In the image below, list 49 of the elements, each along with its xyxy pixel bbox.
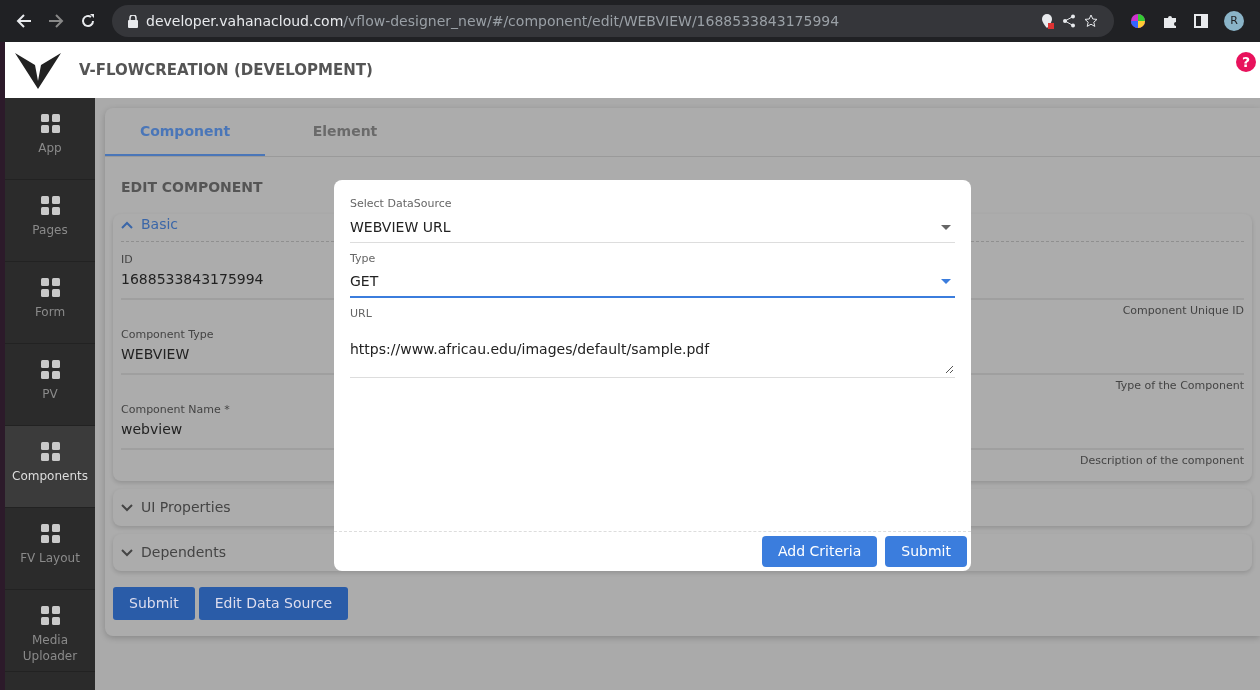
sidebar-item[interactable]: Components	[5, 426, 95, 508]
grid-icon	[40, 524, 60, 543]
grid-icon	[40, 196, 60, 215]
logo-icon	[15, 51, 61, 89]
sidepanel-icon[interactable]	[1194, 14, 1208, 28]
forward-icon[interactable]	[48, 13, 64, 29]
dropdown-arrow-icon	[941, 279, 951, 284]
select-field[interactable]: GET	[350, 267, 955, 298]
field-label: Select DataSource	[350, 196, 452, 212]
help-icon[interactable]: ?	[1236, 52, 1256, 72]
button[interactable]: Submit	[113, 587, 195, 620]
location-icon[interactable]	[1040, 13, 1054, 29]
tab[interactable]: Element	[265, 108, 425, 156]
field-label: URL	[350, 306, 372, 322]
chevron-down-icon	[121, 503, 133, 512]
share-icon[interactable]	[1062, 14, 1076, 28]
app-title: V-FLOWCREATION (DEVELOPMENT)	[79, 59, 374, 81]
button[interactable]: Submit	[885, 536, 967, 567]
star-icon[interactable]	[1084, 14, 1098, 28]
chevron-down-icon	[121, 548, 133, 557]
accordion-header[interactable]: Basic	[121, 214, 179, 235]
field-hint: Component Unique ID	[1122, 302, 1244, 319]
field-label: Component Name *	[121, 402, 230, 418]
section-title: EDIT COMPONENT	[120, 178, 264, 197]
grid-icon	[40, 360, 60, 379]
button[interactable]: Add Criteria	[762, 536, 878, 567]
field-label: Component Type	[121, 327, 214, 343]
grid-icon	[40, 606, 60, 625]
field-hint: Type of the Component	[1115, 377, 1244, 394]
avatar[interactable]: R	[1224, 11, 1244, 31]
url-field[interactable]: https://www.africau.edu/images/default/sample.pdf	[350, 322, 955, 378]
dropdown-arrow-icon	[941, 224, 951, 230]
grid-icon	[40, 442, 60, 461]
puzzle-icon[interactable]	[1162, 13, 1178, 29]
colour-wheel-icon[interactable]	[1130, 13, 1146, 29]
field-hint: Description of the component	[1079, 452, 1244, 469]
select-field[interactable]: WEBVIEW URL	[350, 212, 955, 243]
field-label: Type	[350, 250, 376, 267]
button[interactable]: Edit Data Source	[198, 587, 349, 620]
resize-grip-icon	[946, 365, 953, 373]
chevron-up-icon	[121, 220, 133, 229]
reload-icon[interactable]	[80, 13, 96, 29]
grid-icon	[40, 278, 60, 297]
field-label: ID	[121, 252, 133, 268]
grid-icon	[40, 114, 60, 133]
accordion-header[interactable]: Dependents	[121, 542, 226, 563]
accordion-header[interactable]: UI Properties	[121, 497, 231, 518]
back-icon[interactable]	[16, 13, 32, 29]
lock-icon	[128, 14, 138, 28]
